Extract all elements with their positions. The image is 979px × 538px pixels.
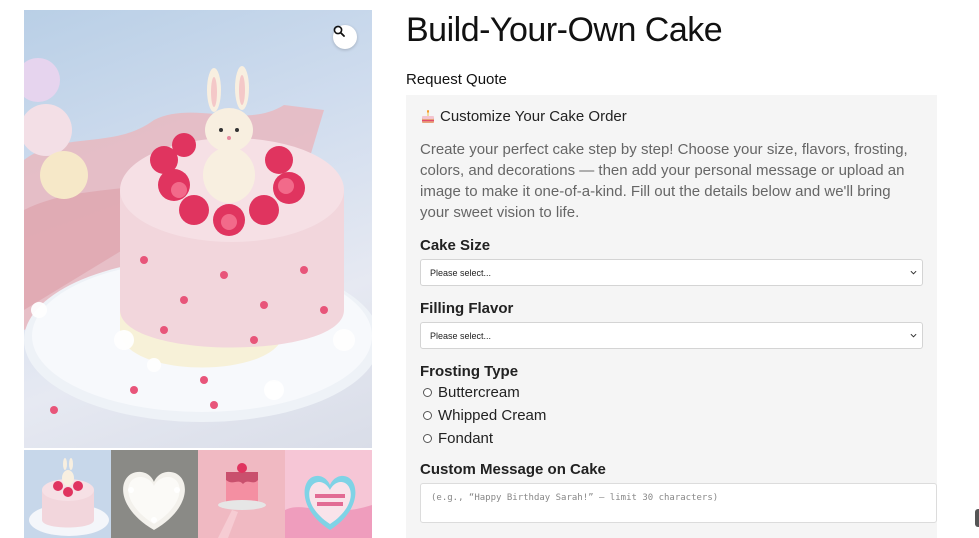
request-quote-link[interactable]: Request Quote xyxy=(406,71,507,88)
custom-message-label: Custom Message on Cake xyxy=(420,461,606,478)
thumbnail-white-heart-cake[interactable] xyxy=(111,450,198,538)
thumbnail-strip xyxy=(24,450,372,538)
radio-button[interactable] xyxy=(423,434,432,443)
customizer-panel: Customize Your Cake Order Create your pe… xyxy=(406,95,937,538)
frosting-type-options: Buttercream Whipped Cream Fondant xyxy=(420,384,923,447)
frosting-option-label: Fondant xyxy=(438,430,494,447)
radio-button[interactable] xyxy=(423,388,432,397)
main-product-image[interactable] xyxy=(24,10,372,448)
filling-flavor-select[interactable]: Please select... xyxy=(420,322,923,349)
filling-flavor-value: Please select... xyxy=(430,330,492,341)
frosting-option-buttercream[interactable]: Buttercream xyxy=(420,384,923,401)
product-summary: Build-Your-Own Cake Request Quote Custom… xyxy=(406,0,937,538)
cake-size-label: Cake Size xyxy=(420,237,491,254)
customizer-description: Create your perfect cake step by step! C… xyxy=(420,141,908,221)
cake-size-select[interactable]: Please select... xyxy=(420,259,923,286)
zoom-button[interactable] xyxy=(333,25,357,49)
thumbnail-pink-drip-cake[interactable] xyxy=(198,450,285,538)
customizer-title: Customize Your Cake Order xyxy=(420,108,923,125)
chevron-down-icon xyxy=(910,333,917,338)
chevron-down-icon xyxy=(910,270,917,275)
product-title: Build-Your-Own Cake xyxy=(406,11,723,49)
magnifier-icon xyxy=(333,25,345,37)
cake-emoji-icon xyxy=(422,109,434,123)
radio-button[interactable] xyxy=(423,411,432,420)
custom-message-input[interactable]: (e.g., “Happy Birthday Sarah!” — limit 3… xyxy=(420,483,937,523)
cake-size-value: Please select... xyxy=(430,267,492,278)
product-gallery xyxy=(24,10,372,538)
bunny-cake-illustration xyxy=(24,58,372,422)
frosting-type-label: Frosting Type xyxy=(420,363,519,380)
thumbnail-pink-bunny-cake[interactable] xyxy=(24,450,111,538)
frosting-option-label: Buttercream xyxy=(438,384,520,401)
thumbnail-heart-cookie-cake[interactable] xyxy=(285,450,372,538)
filling-flavor-label: Filling Flavor xyxy=(420,300,514,317)
frosting-option-fondant[interactable]: Fondant xyxy=(420,430,923,447)
frosting-option-label: Whipped Cream xyxy=(438,407,547,424)
customizer-title-text: Customize Your Cake Order xyxy=(440,108,627,125)
frosting-option-whipped-cream[interactable]: Whipped Cream xyxy=(420,407,923,424)
edge-scroll-tab[interactable] xyxy=(975,509,979,527)
